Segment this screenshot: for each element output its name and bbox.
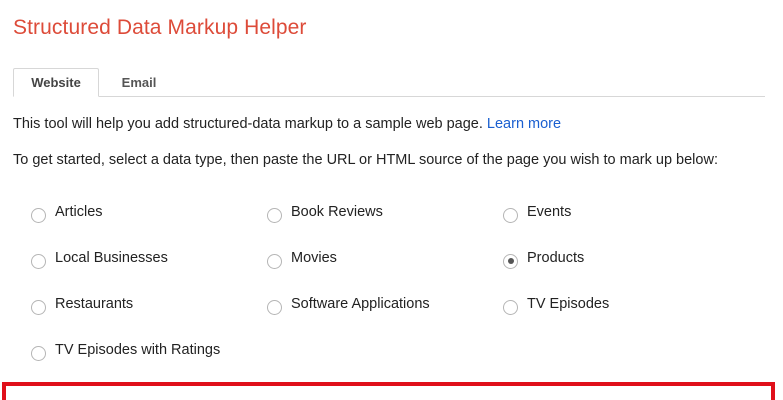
- option-label: Restaurants: [55, 296, 134, 312]
- highlight-box: [2, 382, 775, 400]
- option-tv-episodes-with-ratings[interactable]: TV Episodes with Ratings: [31, 342, 220, 364]
- option-products[interactable]: Products: [503, 250, 584, 272]
- instructions-text: To get started, select a data type, then…: [13, 152, 718, 168]
- intro-paragraph: This tool will help you add structured-d…: [13, 116, 561, 132]
- option-software-applications[interactable]: Software Applications: [267, 296, 430, 318]
- option-label: Software Applications: [291, 296, 430, 312]
- radio-software-applications[interactable]: [267, 299, 282, 315]
- markup-helper-page: Structured Data Markup Helper Website Em…: [0, 0, 783, 400]
- option-label: Movies: [291, 250, 337, 266]
- tab-bar: Website Email: [13, 68, 765, 97]
- radio-tv-episodes-with-ratings[interactable]: [31, 345, 46, 361]
- option-label: TV Episodes: [527, 296, 610, 312]
- option-events[interactable]: Events: [503, 204, 571, 226]
- option-label: Products: [527, 250, 585, 266]
- page-title: Structured Data Markup Helper: [13, 16, 307, 39]
- option-label: Book Reviews: [291, 204, 383, 220]
- option-label: Events: [527, 204, 572, 220]
- radio-products-selected[interactable]: [503, 253, 518, 269]
- radio-book-reviews[interactable]: [267, 207, 282, 223]
- learn-more-link[interactable]: Learn more: [487, 116, 561, 132]
- radio-tv-episodes[interactable]: [503, 299, 518, 315]
- radio-local-businesses[interactable]: [31, 253, 46, 269]
- option-restaurants[interactable]: Restaurants: [31, 296, 133, 318]
- option-label: Local Businesses: [55, 250, 168, 266]
- option-book-reviews[interactable]: Book Reviews: [267, 204, 383, 226]
- option-label: TV Episodes with Ratings: [55, 342, 221, 358]
- radio-events[interactable]: [503, 207, 518, 223]
- option-movies[interactable]: Movies: [267, 250, 337, 272]
- tab-website[interactable]: Website: [13, 68, 99, 97]
- option-label: Articles: [55, 204, 103, 220]
- option-articles[interactable]: Articles: [31, 204, 103, 226]
- radio-movies[interactable]: [267, 253, 282, 269]
- intro-text: This tool will help you add structured-d…: [13, 116, 483, 132]
- tab-email[interactable]: Email: [111, 68, 167, 96]
- radio-restaurants[interactable]: [31, 299, 46, 315]
- option-tv-episodes[interactable]: TV Episodes: [503, 296, 609, 318]
- option-local-businesses[interactable]: Local Businesses: [31, 250, 168, 272]
- radio-articles[interactable]: [31, 207, 46, 223]
